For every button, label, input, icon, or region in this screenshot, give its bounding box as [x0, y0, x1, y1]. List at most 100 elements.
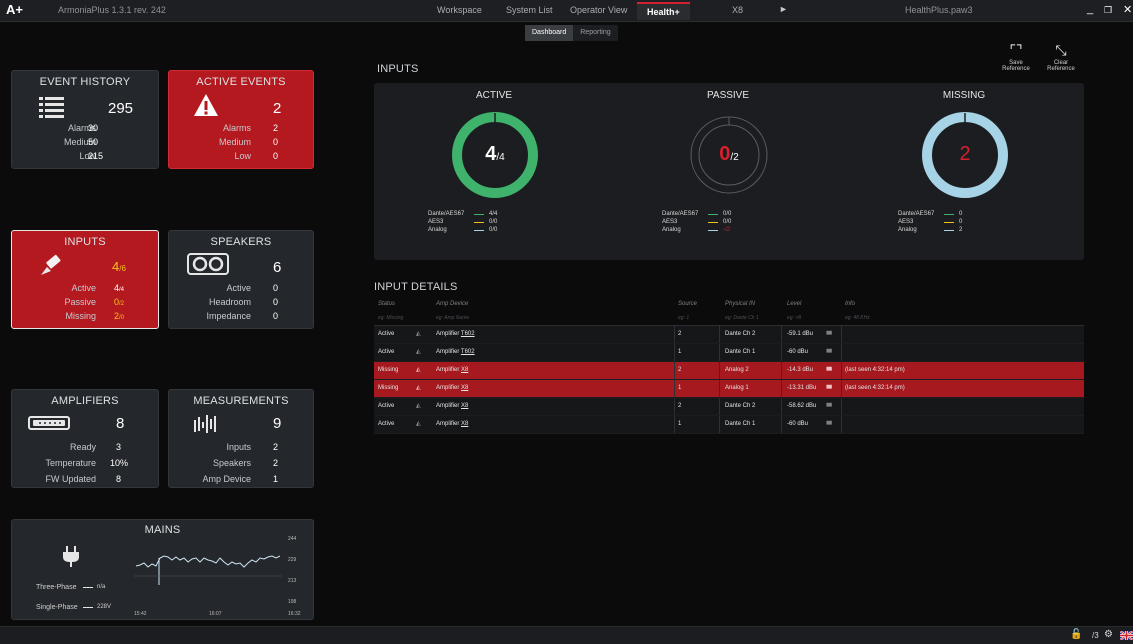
row-value: 0: [273, 297, 279, 307]
amp-model-link[interactable]: X8: [461, 421, 468, 427]
tab-workspace[interactable]: Workspace: [437, 5, 482, 15]
event-history-count: 295: [108, 100, 134, 117]
table-row[interactable]: Missing Amplifier X8 2 Analog 2 -14.3 dBu (la…: [374, 362, 1084, 380]
list-icon: [39, 97, 64, 118]
amp-model-link[interactable]: X8: [461, 367, 468, 373]
row-value: 30: [88, 123, 99, 133]
column-divider: [719, 398, 720, 415]
column-header[interactable]: Status: [378, 301, 395, 307]
amp-model-link[interactable]: T602: [461, 331, 475, 337]
table-row[interactable]: Missing Amplifier X8 1 Analog 1 -13.31 dBu (l…: [374, 380, 1084, 398]
row-label: Active: [226, 283, 251, 293]
row-amp-device[interactable]: Amplifier T602: [436, 331, 475, 337]
row-physical-in: Dante Ch 1: [725, 421, 756, 427]
column-divider: [841, 362, 842, 379]
active-events-count: 2: [273, 100, 282, 117]
passive-inputs-block[interactable]: PASSIVE 0/2 Dante/AES67 0/0 AES3 0/0 Analo…: [638, 83, 818, 260]
column-header[interactable]: Source: [678, 301, 697, 307]
active-inputs-block[interactable]: ACTIVE 4/4 Dante/AES67 4/4 AES3 0/0 Analog…: [404, 83, 584, 260]
amp-device-icon: ◭: [416, 403, 421, 409]
row-label: Impedance: [206, 311, 251, 321]
gear-icon[interactable]: ⚙: [1104, 629, 1113, 640]
legend-label: Analog: [898, 227, 917, 233]
amplifiers-count: 8: [116, 415, 125, 432]
column-header[interactable]: Amp Device: [436, 301, 468, 307]
info-filter-input[interactable]: eg: 48 KHz: [845, 315, 870, 321]
column-divider: [781, 380, 782, 397]
event-history-tile[interactable]: EVENT HISTORY 295 Alarms 30 Medium 50 Low 2…: [11, 70, 159, 169]
row-amp-device[interactable]: Amplifier X8: [436, 367, 468, 373]
ring-title: ACTIVE: [475, 90, 513, 101]
tile-title: MAINS: [144, 524, 181, 536]
column-header[interactable]: Physical IN: [725, 301, 755, 307]
amp-model-link[interactable]: T602: [461, 349, 475, 355]
legend-swatch: [474, 222, 484, 223]
legend-swatch: [944, 214, 954, 215]
tile-title: AMPLIFIERS: [51, 395, 119, 407]
table-row[interactable]: Active Amplifier X8 1 Dante Ch 1 -60 dBu ◭ ▮▮▮: [374, 416, 1084, 434]
column-divider: [719, 362, 720, 379]
subtab-reporting[interactable]: Reporting: [573, 25, 617, 41]
row-level: -60 dBu: [787, 349, 809, 355]
row-source: 1: [678, 385, 682, 391]
uk-flag-icon[interactable]: [1120, 631, 1133, 640]
amplifiers-tile[interactable]: AMPLIFIERS 8 Ready 3 Temperature 10% FW Up…: [11, 389, 159, 488]
x-tick-label: 15:42: [134, 611, 147, 617]
input-details-title: INPUT DETAILS: [374, 281, 458, 293]
device-filter-input[interactable]: eg: Amp Name: [436, 315, 469, 321]
amp-model-link[interactable]: X8: [461, 403, 468, 409]
row-label: Passive: [64, 297, 96, 307]
row-amp-device[interactable]: Amplifier X8: [436, 385, 468, 391]
unlock-icon[interactable]: 🔓: [1070, 629, 1082, 640]
level-filter-input[interactable]: eg: >8: [787, 315, 801, 321]
row-label: Low: [234, 151, 251, 161]
subtab-dashboard[interactable]: Dashboard: [525, 25, 574, 41]
table-row[interactable]: Active Amplifier T602 1 Dante Ch 1 -60 dBu ◭ ▮…: [374, 344, 1084, 362]
row-physical-in: Dante Ch 2: [725, 331, 756, 337]
column-divider: [719, 416, 720, 433]
mains-voltage-graph: [134, 555, 282, 585]
tab-health-plus[interactable]: Health+: [637, 2, 690, 20]
column-divider: [674, 416, 675, 433]
save-reference-button[interactable]: ⌜⌝ Save Reference: [996, 42, 1036, 72]
clear-reference-button[interactable]: ⤡ Clear Reference: [1041, 42, 1081, 72]
passive-ring-value: 0/2: [683, 143, 775, 166]
clear-frame-icon: ⤡: [1055, 42, 1067, 58]
column-header[interactable]: Info: [845, 301, 855, 307]
physical-filter-input[interactable]: eg: Dante Ch 1: [725, 315, 759, 321]
clear-reference-label: Clear Reference: [1047, 60, 1075, 72]
measurements-tile[interactable]: MEASUREMENTS 9 Inputs 2 Speakers 2 Amp Dev…: [168, 389, 314, 488]
restore-button[interactable]: ❐: [1104, 5, 1112, 16]
legend-label: Dante/AES67: [662, 211, 699, 217]
status-filter-input[interactable]: eg: Missing: [378, 315, 403, 321]
row-info: (last seen 4:32:14 pm): [845, 367, 905, 373]
y-tick-label: 213: [288, 578, 297, 584]
close-button[interactable]: ✕: [1123, 3, 1132, 16]
column-divider: [781, 344, 782, 361]
row-amp-device[interactable]: Amplifier T602: [436, 349, 475, 355]
row-status: Missing: [378, 385, 399, 391]
table-row[interactable]: Active Amplifier X8 2 Dante Ch 2 -58.62 dBu ◭…: [374, 398, 1084, 416]
minimize-button[interactable]: _: [1087, 3, 1093, 15]
column-divider: [781, 398, 782, 415]
legend-label: Analog: [428, 227, 447, 233]
speakers-tile[interactable]: SPEAKERS 6 Active 0 Headroom 0 Impedance 0: [168, 230, 314, 329]
tile-title: ACTIVE EVENTS: [196, 76, 286, 88]
tab-system-list[interactable]: System List: [506, 5, 553, 15]
play-icon[interactable]: ►: [779, 4, 788, 14]
tile-title: EVENT HISTORY: [39, 76, 131, 88]
row-info: (last seen 4:32:14 pm): [845, 385, 905, 391]
amp-model-link[interactable]: X8: [461, 385, 468, 391]
source-filter-input[interactable]: eg: 1: [678, 315, 689, 321]
row-amp-device[interactable]: Amplifier X8: [436, 403, 468, 409]
y-tick-label: 198: [288, 599, 297, 605]
mains-tile[interactable]: MAINS Three-Phase n/a Single-Phase 228V …: [11, 519, 314, 620]
tab-operator-view[interactable]: Operator View: [570, 5, 627, 15]
missing-inputs-block[interactable]: MISSING 2 Dante/AES67 0 AES3 0 Analog 2: [874, 83, 1054, 260]
active-events-tile[interactable]: ACTIVE EVENTS 2 Alarms 2 Medium 0 Low 0: [168, 70, 314, 169]
tab-x8[interactable]: X8: [732, 5, 743, 15]
inputs-tile[interactable]: INPUTS 4/6 Active 4/4 Passive 0/2 Missing 2…: [11, 230, 159, 329]
row-amp-device[interactable]: Amplifier X8: [436, 421, 468, 427]
column-header[interactable]: Level: [787, 301, 801, 307]
table-row[interactable]: Active Amplifier T602 2 Dante Ch 2 -59.1 dBu…: [374, 326, 1084, 344]
